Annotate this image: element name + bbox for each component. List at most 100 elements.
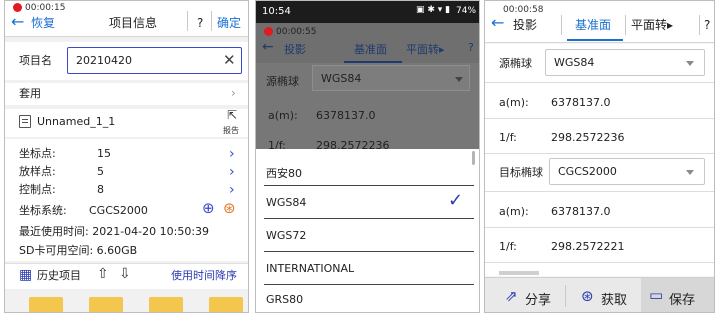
list-item[interactable]: 西安80 [256, 157, 479, 185]
clipped-row [499, 271, 539, 275]
grid-icon: ▦ [19, 267, 33, 283]
list-item-selected[interactable]: WGS84 ✓ [256, 186, 479, 218]
save-button[interactable]: 保存 [669, 289, 695, 308]
project-info-screen: 00:00:15 ← 恢复 项目信息 ? 确定 项目名 20210420 ✕ 套… [4, 0, 249, 313]
ellipsoid-options-list: 西安80 WGS84 ✓ WGS72 INTERNATIONAL GRS80 [256, 149, 479, 312]
share-button[interactable]: 分享 [525, 289, 551, 308]
chevron-right-icon[interactable]: › [229, 183, 235, 197]
file-icon [19, 115, 31, 128]
divider [485, 191, 714, 192]
source-ellipsoid-label: 源椭球 [266, 75, 299, 88]
source-ellipsoid-select: WGS84 [312, 65, 470, 91]
folder-icon[interactable] [29, 297, 63, 312]
apply-row[interactable] [5, 83, 248, 105]
page-title: 项目信息 [109, 16, 158, 30]
divider [211, 11, 212, 31]
option-label: INTERNATIONAL [266, 262, 355, 275]
divider [625, 15, 626, 35]
source-a-label: a(m): [499, 96, 529, 109]
back-arrow-icon[interactable]: ← [491, 15, 504, 31]
datum-picker-screen: 10:54 ▣ ✱ ▾ ▮ 74% 00:00:55 ← 投影 基准面 平面转▸… [255, 0, 480, 313]
option-label: WGS72 [266, 229, 307, 242]
back-arrow-icon[interactable]: ← [11, 14, 24, 30]
target-a-label: a(m): [499, 205, 529, 218]
divider [187, 11, 188, 31]
option-label: WGS84 [266, 196, 307, 209]
caret-down-icon [686, 170, 694, 175]
source-ellipsoid-value: WGS84 [321, 72, 362, 85]
a-label: a(m): [268, 109, 298, 122]
export-icon[interactable]: ⇱ [227, 108, 237, 122]
status-time: 10:54 [262, 6, 291, 17]
target-f-value: 298.2572221 [551, 240, 625, 253]
clear-icon[interactable]: ✕ [223, 51, 236, 69]
chevron-right-icon[interactable]: › [229, 147, 235, 161]
tab-datum-underline [567, 39, 623, 41]
tab-datum[interactable]: 基准面 [575, 17, 611, 33]
help-button[interactable]: ? [704, 17, 710, 33]
stakeout-points-label: 放样点: [19, 165, 56, 178]
source-ellipsoid-select[interactable]: WGS84 [545, 49, 705, 76]
fetch-button[interactable]: 获取 [601, 289, 627, 308]
back-arrow-icon[interactable]: ← [262, 39, 274, 55]
download-icon[interactable]: ⇩ [119, 266, 131, 282]
list-item[interactable]: WGS72 [256, 219, 479, 251]
project-name-input[interactable]: 20210420 ✕ [67, 47, 242, 74]
chevron-right-icon: › [231, 86, 236, 100]
coord-system-label: 坐标系统: [19, 204, 67, 217]
tab-projection[interactable]: 投影 [513, 17, 537, 33]
status-icons: ▣ ✱ ▾ ▮ [416, 5, 451, 15]
record-timer: 00:00:15 [25, 3, 66, 13]
sd-free-space: SD卡可用空间: 6.60GB [19, 244, 138, 257]
file-name: Unnamed_1_1 [37, 115, 116, 128]
folder-icon[interactable] [89, 297, 123, 312]
history-projects-label: 历史项目 [37, 269, 81, 282]
battery-level: 74% [456, 6, 477, 16]
sort-by-time-button[interactable]: 使用时间降序 [171, 269, 237, 283]
share-icon[interactable]: ⇗ [505, 287, 518, 305]
folder-icon[interactable] [149, 297, 183, 312]
divider [485, 82, 714, 83]
help-button[interactable]: ? [468, 41, 474, 54]
fetch-icon[interactable]: ⊛ [581, 287, 594, 305]
divider [485, 262, 714, 263]
divider [699, 15, 700, 35]
list-item[interactable]: GRS80 [256, 285, 479, 312]
folder-icon[interactable] [209, 297, 243, 312]
globe-icon[interactable]: ⊕ [202, 199, 215, 217]
stakeout-points-value: 5 [97, 165, 104, 178]
divider [485, 118, 714, 119]
coord-points-label: 坐标点: [19, 147, 56, 160]
tab-plane-transform[interactable]: 平面转▸ [631, 17, 673, 33]
coord-points-value: 15 [97, 147, 111, 160]
a-value: 6378137.0 [316, 109, 376, 122]
project-name-label: 项目名 [19, 54, 52, 67]
help-button[interactable]: ? [197, 15, 203, 31]
divider [565, 285, 566, 307]
globe-settings-icon[interactable]: ⊛ [223, 199, 236, 217]
project-name-value: 20210420 [76, 54, 132, 67]
target-ellipsoid-value: CGCS2000 [558, 165, 617, 178]
source-f-label: 1/f: [499, 131, 517, 144]
tab-projection[interactable]: 投影 [284, 41, 306, 57]
record-timer: 00:00:55 [276, 27, 317, 37]
tab-plane-transform[interactable]: 平面转▸ [406, 41, 445, 57]
caret-down-icon [686, 61, 694, 66]
source-ellipsoid-label: 源椭球 [499, 57, 532, 70]
confirm-button[interactable]: 确定 [217, 15, 241, 31]
target-f-label: 1/f: [499, 240, 517, 253]
report-label[interactable]: 报告 [223, 125, 239, 136]
upload-icon[interactable]: ⇧ [97, 266, 109, 282]
tab-datum[interactable]: 基准面 [354, 41, 387, 57]
control-points-label: 控制点: [19, 183, 56, 196]
caret-down-icon [455, 77, 463, 82]
control-points-value: 8 [97, 183, 104, 196]
save-icon[interactable]: ▭ [649, 286, 663, 304]
target-a-value: 6378137.0 [551, 205, 611, 218]
option-label: GRS80 [266, 293, 304, 306]
restore-button[interactable]: 恢复 [31, 15, 55, 31]
list-item[interactable]: INTERNATIONAL [256, 252, 479, 284]
target-ellipsoid-select[interactable]: CGCS2000 [549, 158, 705, 185]
chevron-right-icon[interactable]: › [229, 165, 235, 179]
divider [485, 153, 714, 154]
